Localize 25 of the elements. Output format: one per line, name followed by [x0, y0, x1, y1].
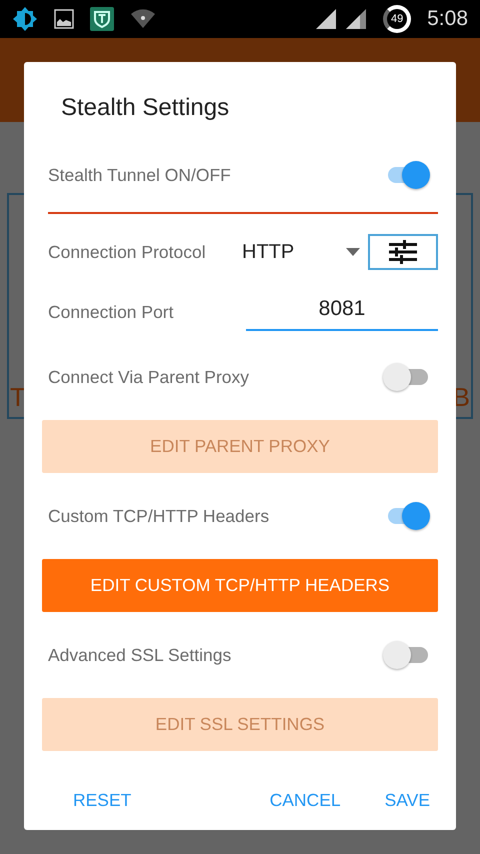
dialog-action[interactable]: RESET — [65, 781, 140, 820]
setting-label: Stealth Tunnel ON/OFF — [48, 164, 231, 187]
dialog-action[interactable]: SAVE — [376, 781, 438, 820]
dialog-title: Stealth Settings — [61, 93, 230, 123]
options-button[interactable] — [368, 234, 438, 270]
setting-label: Custom TCP/HTTP Headers — [48, 504, 270, 528]
sliders-icon — [389, 240, 417, 264]
edit-button[interactable]: EDIT CUSTOM TCP/HTTP HEADERS — [42, 559, 438, 612]
caret-icon — [346, 248, 360, 256]
setting-label: Advanced SSL Settings — [48, 644, 232, 667]
image-icon — [54, 9, 74, 29]
signal-icon — [315, 8, 338, 30]
wifi-icon — [130, 9, 156, 29]
setting-label: Connection Protocol — [48, 240, 206, 264]
setting-label: Connection Port — [48, 300, 174, 324]
shield-icon — [90, 7, 114, 31]
partial-text: T — [10, 384, 26, 410]
dialog-action[interactable]: CANCEL — [262, 781, 349, 820]
battery-level: 49 — [383, 5, 412, 33]
port-field[interactable]: 8081 — [246, 293, 438, 331]
protocol-dropdown[interactable]: HTTP — [242, 237, 360, 267]
brightness-icon — [12, 6, 38, 32]
setting-label: Connect Via Parent Proxy — [48, 366, 250, 389]
clock-time: 5:08 — [427, 6, 468, 32]
signal-icon — [345, 8, 368, 30]
